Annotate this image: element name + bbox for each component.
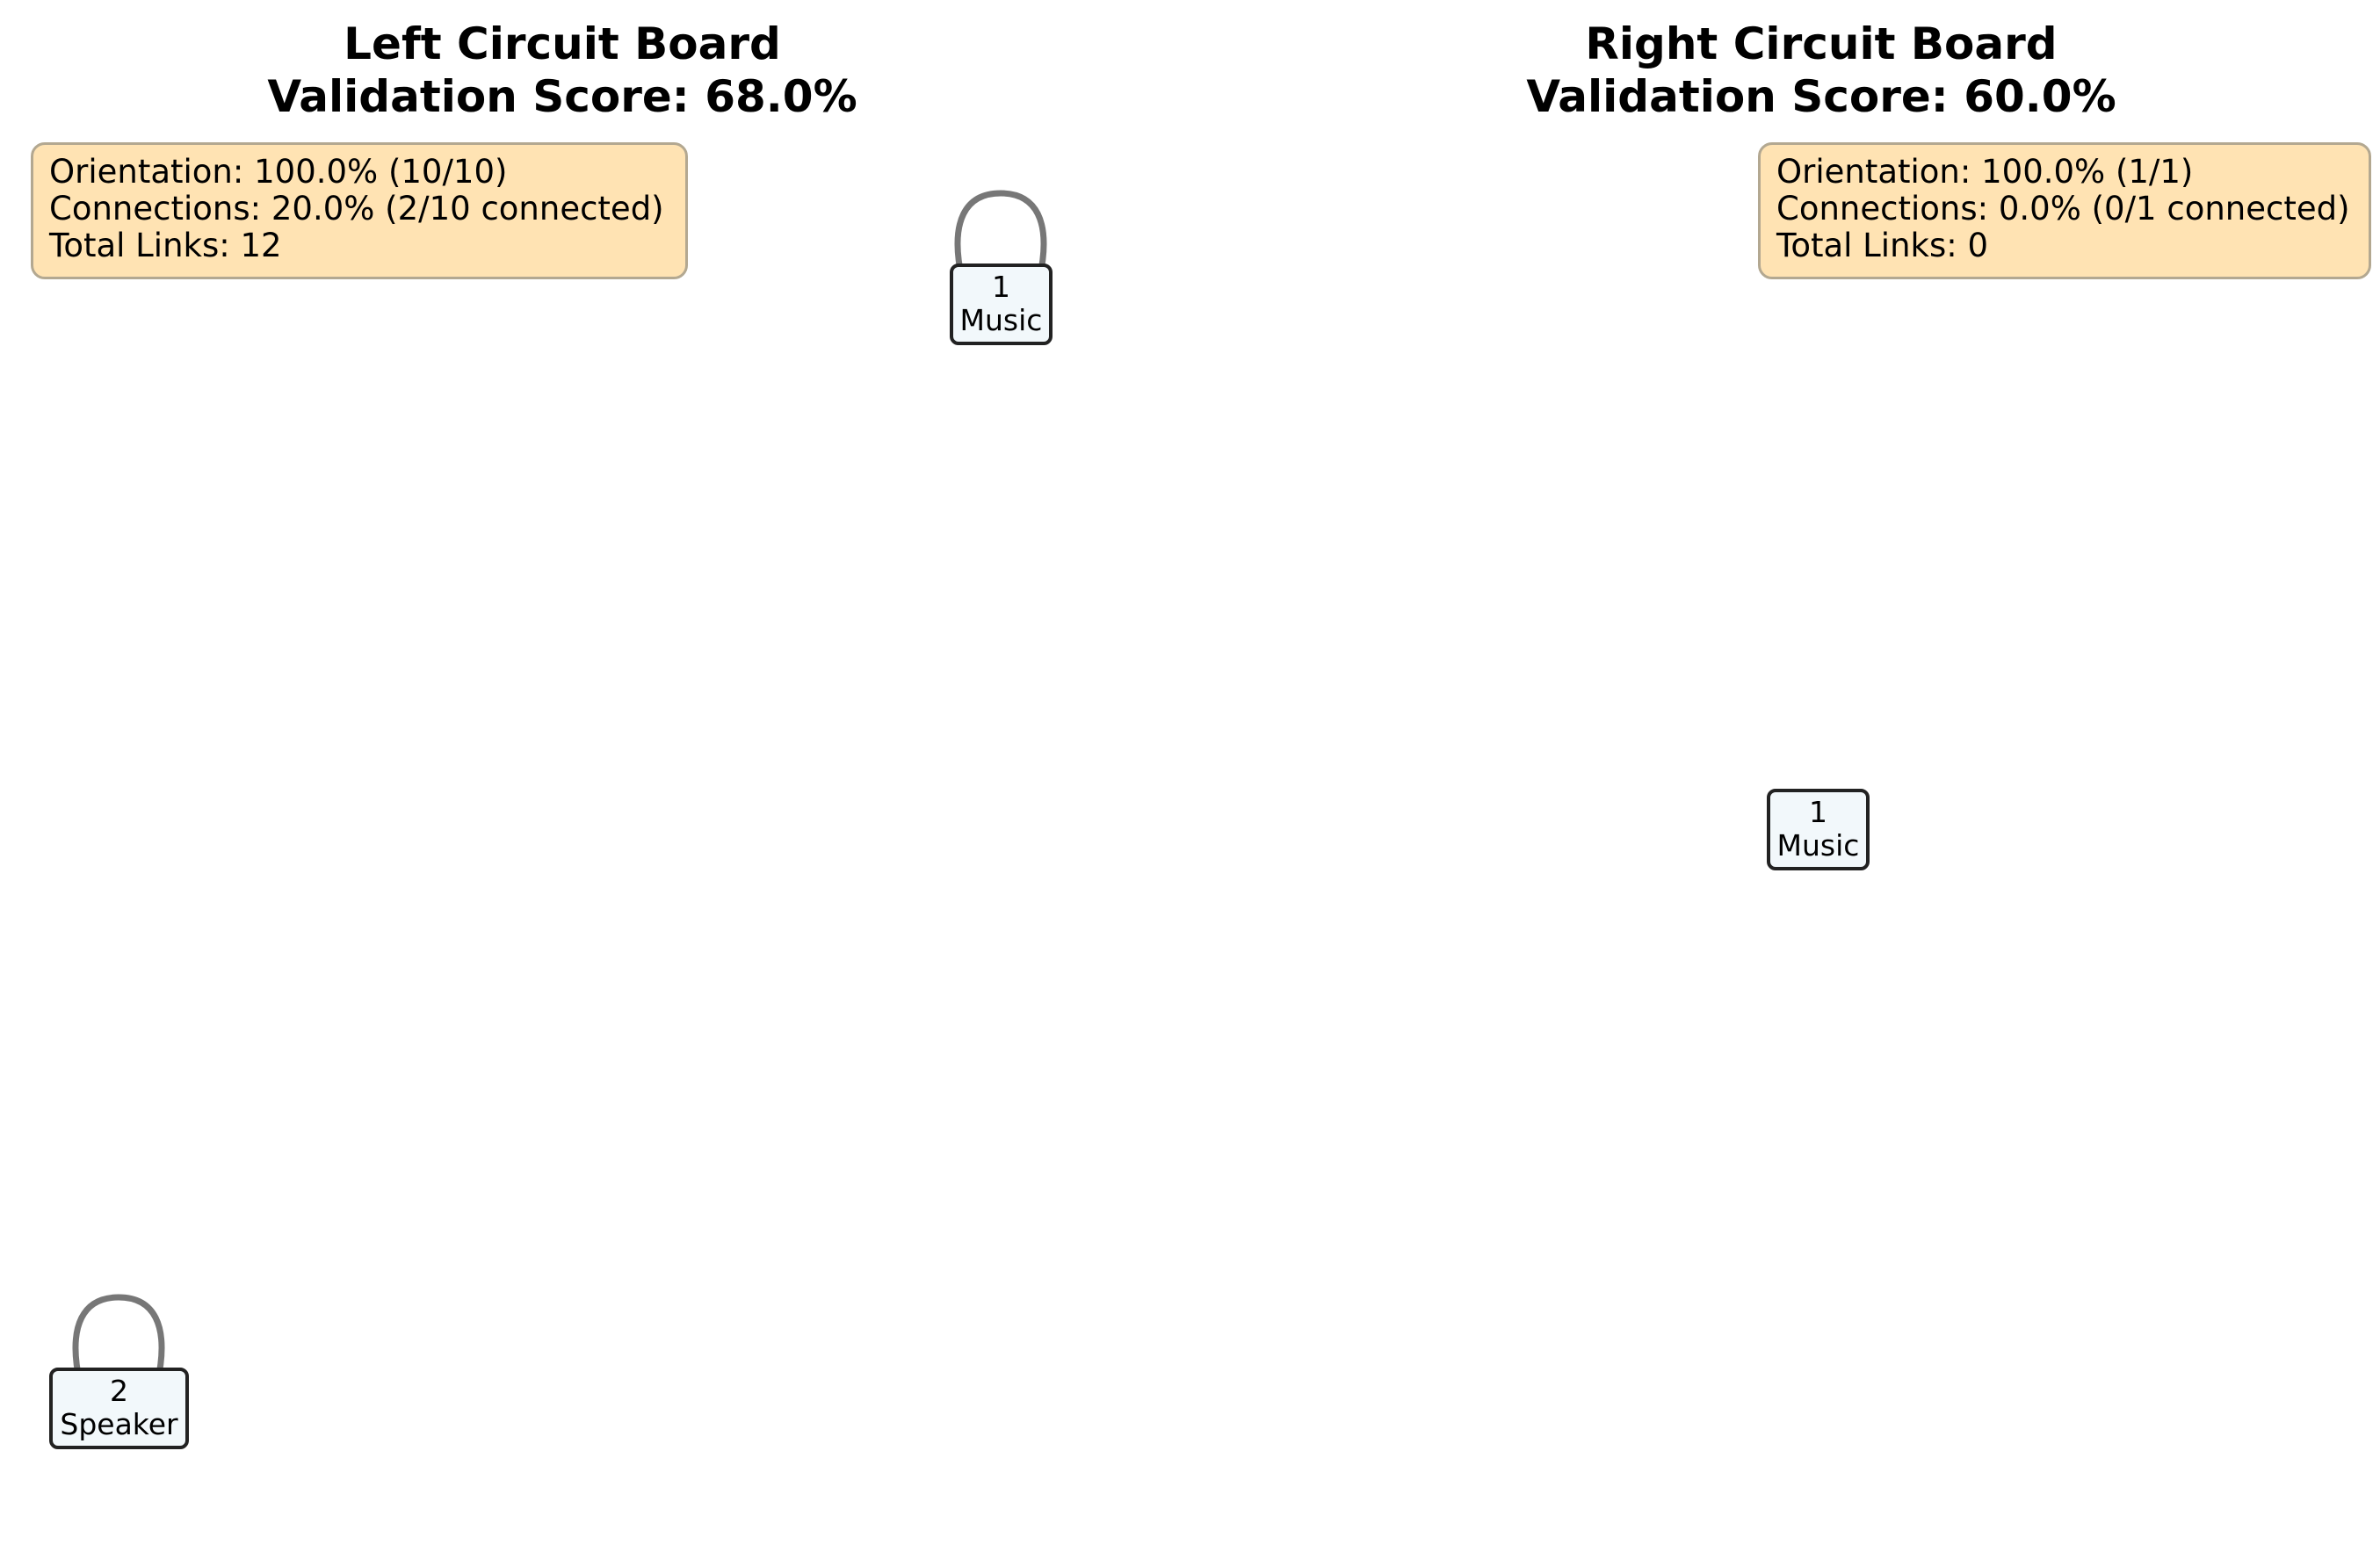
left-info-orientation: Orientation: 100.0% (10/10)	[49, 153, 508, 191]
right-board-title-text: Right Circuit Board	[1585, 18, 2058, 69]
node-label: Speaker	[60, 1407, 178, 1441]
right-info-total-links: Total Links: 0	[1776, 227, 1988, 264]
left-info-connections: Connections: 20.0% (2/10 connected)	[49, 190, 664, 227]
node-label: Music	[1776, 828, 1860, 863]
left-info-total-links: Total Links: 12	[49, 227, 282, 264]
node-right-music[interactable]: 1 Music	[1767, 789, 1870, 870]
node-label: Music	[959, 303, 1043, 337]
node-left-speaker[interactable]: 2 Speaker	[49, 1368, 189, 1449]
left-board-info-box: Orientation: 100.0% (10/10) Connections:…	[31, 142, 688, 279]
node-number: 1	[992, 270, 1010, 304]
right-board-info-box: Orientation: 100.0% (1/1) Connections: 0…	[1758, 142, 2371, 279]
right-board-score: Validation Score: 60.0%	[1526, 71, 2116, 122]
right-board-title: Right Circuit Board Validation Score: 60…	[1382, 18, 2261, 123]
node-number: 2	[110, 1374, 128, 1408]
node-number: 1	[1809, 795, 1827, 829]
right-info-orientation: Orientation: 100.0% (1/1)	[1776, 153, 2194, 191]
node-left-music[interactable]: 1 Music	[950, 263, 1053, 345]
left-board-title: Left Circuit Board Validation Score: 68.…	[123, 18, 1002, 123]
left-board-title-text: Left Circuit Board	[344, 18, 781, 69]
right-info-connections: Connections: 0.0% (0/1 connected)	[1776, 190, 2350, 227]
left-board-score: Validation Score: 68.0%	[267, 71, 857, 122]
